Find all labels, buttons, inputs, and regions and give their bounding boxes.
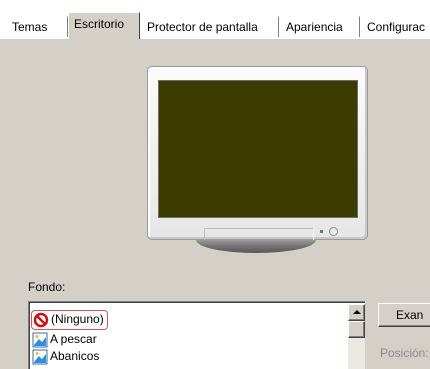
browse-button[interactable]: Exan (378, 303, 430, 327)
wallpaper-icon (32, 332, 48, 348)
listbox-scrollbar[interactable] (348, 304, 365, 369)
tab-label: Configurac (367, 20, 426, 34)
monitor-preview (147, 66, 368, 253)
display-properties-dialog: Temas Escritorio Protector de pantalla A… (0, 0, 430, 369)
tab-label: Apariencia (286, 20, 343, 34)
list-item-label: Abanicos (50, 349, 100, 363)
list-item-ninguno[interactable]: (Ninguno) (31, 310, 108, 330)
tab-protector-de-pantalla[interactable]: Protector de pantalla (141, 16, 279, 37)
none-icon (33, 312, 49, 328)
tab-strip: Temas Escritorio Protector de pantalla A… (0, 0, 430, 39)
list-item-label: (Ninguno) (51, 312, 104, 326)
monitor-bezel (147, 66, 368, 240)
list-item-abanicos[interactable]: Abanicos (32, 348, 99, 366)
tab-apariencia[interactable]: Apariencia (280, 16, 360, 37)
background-label: Fondo: (28, 280, 66, 294)
monitor-front-panel (204, 228, 314, 240)
tab-configuracion[interactable]: Configurac (361, 16, 430, 37)
list-item-a-pescar[interactable]: A pescar (32, 331, 97, 349)
power-button-icon (329, 227, 338, 236)
tab-escritorio[interactable]: Escritorio (68, 12, 140, 39)
position-label: Posición: (380, 346, 429, 360)
list-item-label: A pescar (50, 332, 97, 346)
tab-label: Temas (12, 20, 48, 34)
tab-temas[interactable]: Temas (6, 16, 68, 37)
tab-label: Protector de pantalla (147, 20, 258, 34)
wallpaper-icon (32, 349, 48, 365)
scroll-thumb[interactable] (348, 321, 365, 338)
background-listbox[interactable]: (Ninguno) A pescar Abanicos (28, 301, 365, 369)
tab-label: Escritorio (74, 17, 125, 31)
preview-screen (158, 80, 358, 218)
power-led-icon (320, 230, 323, 233)
scroll-up-button[interactable] (348, 304, 365, 321)
